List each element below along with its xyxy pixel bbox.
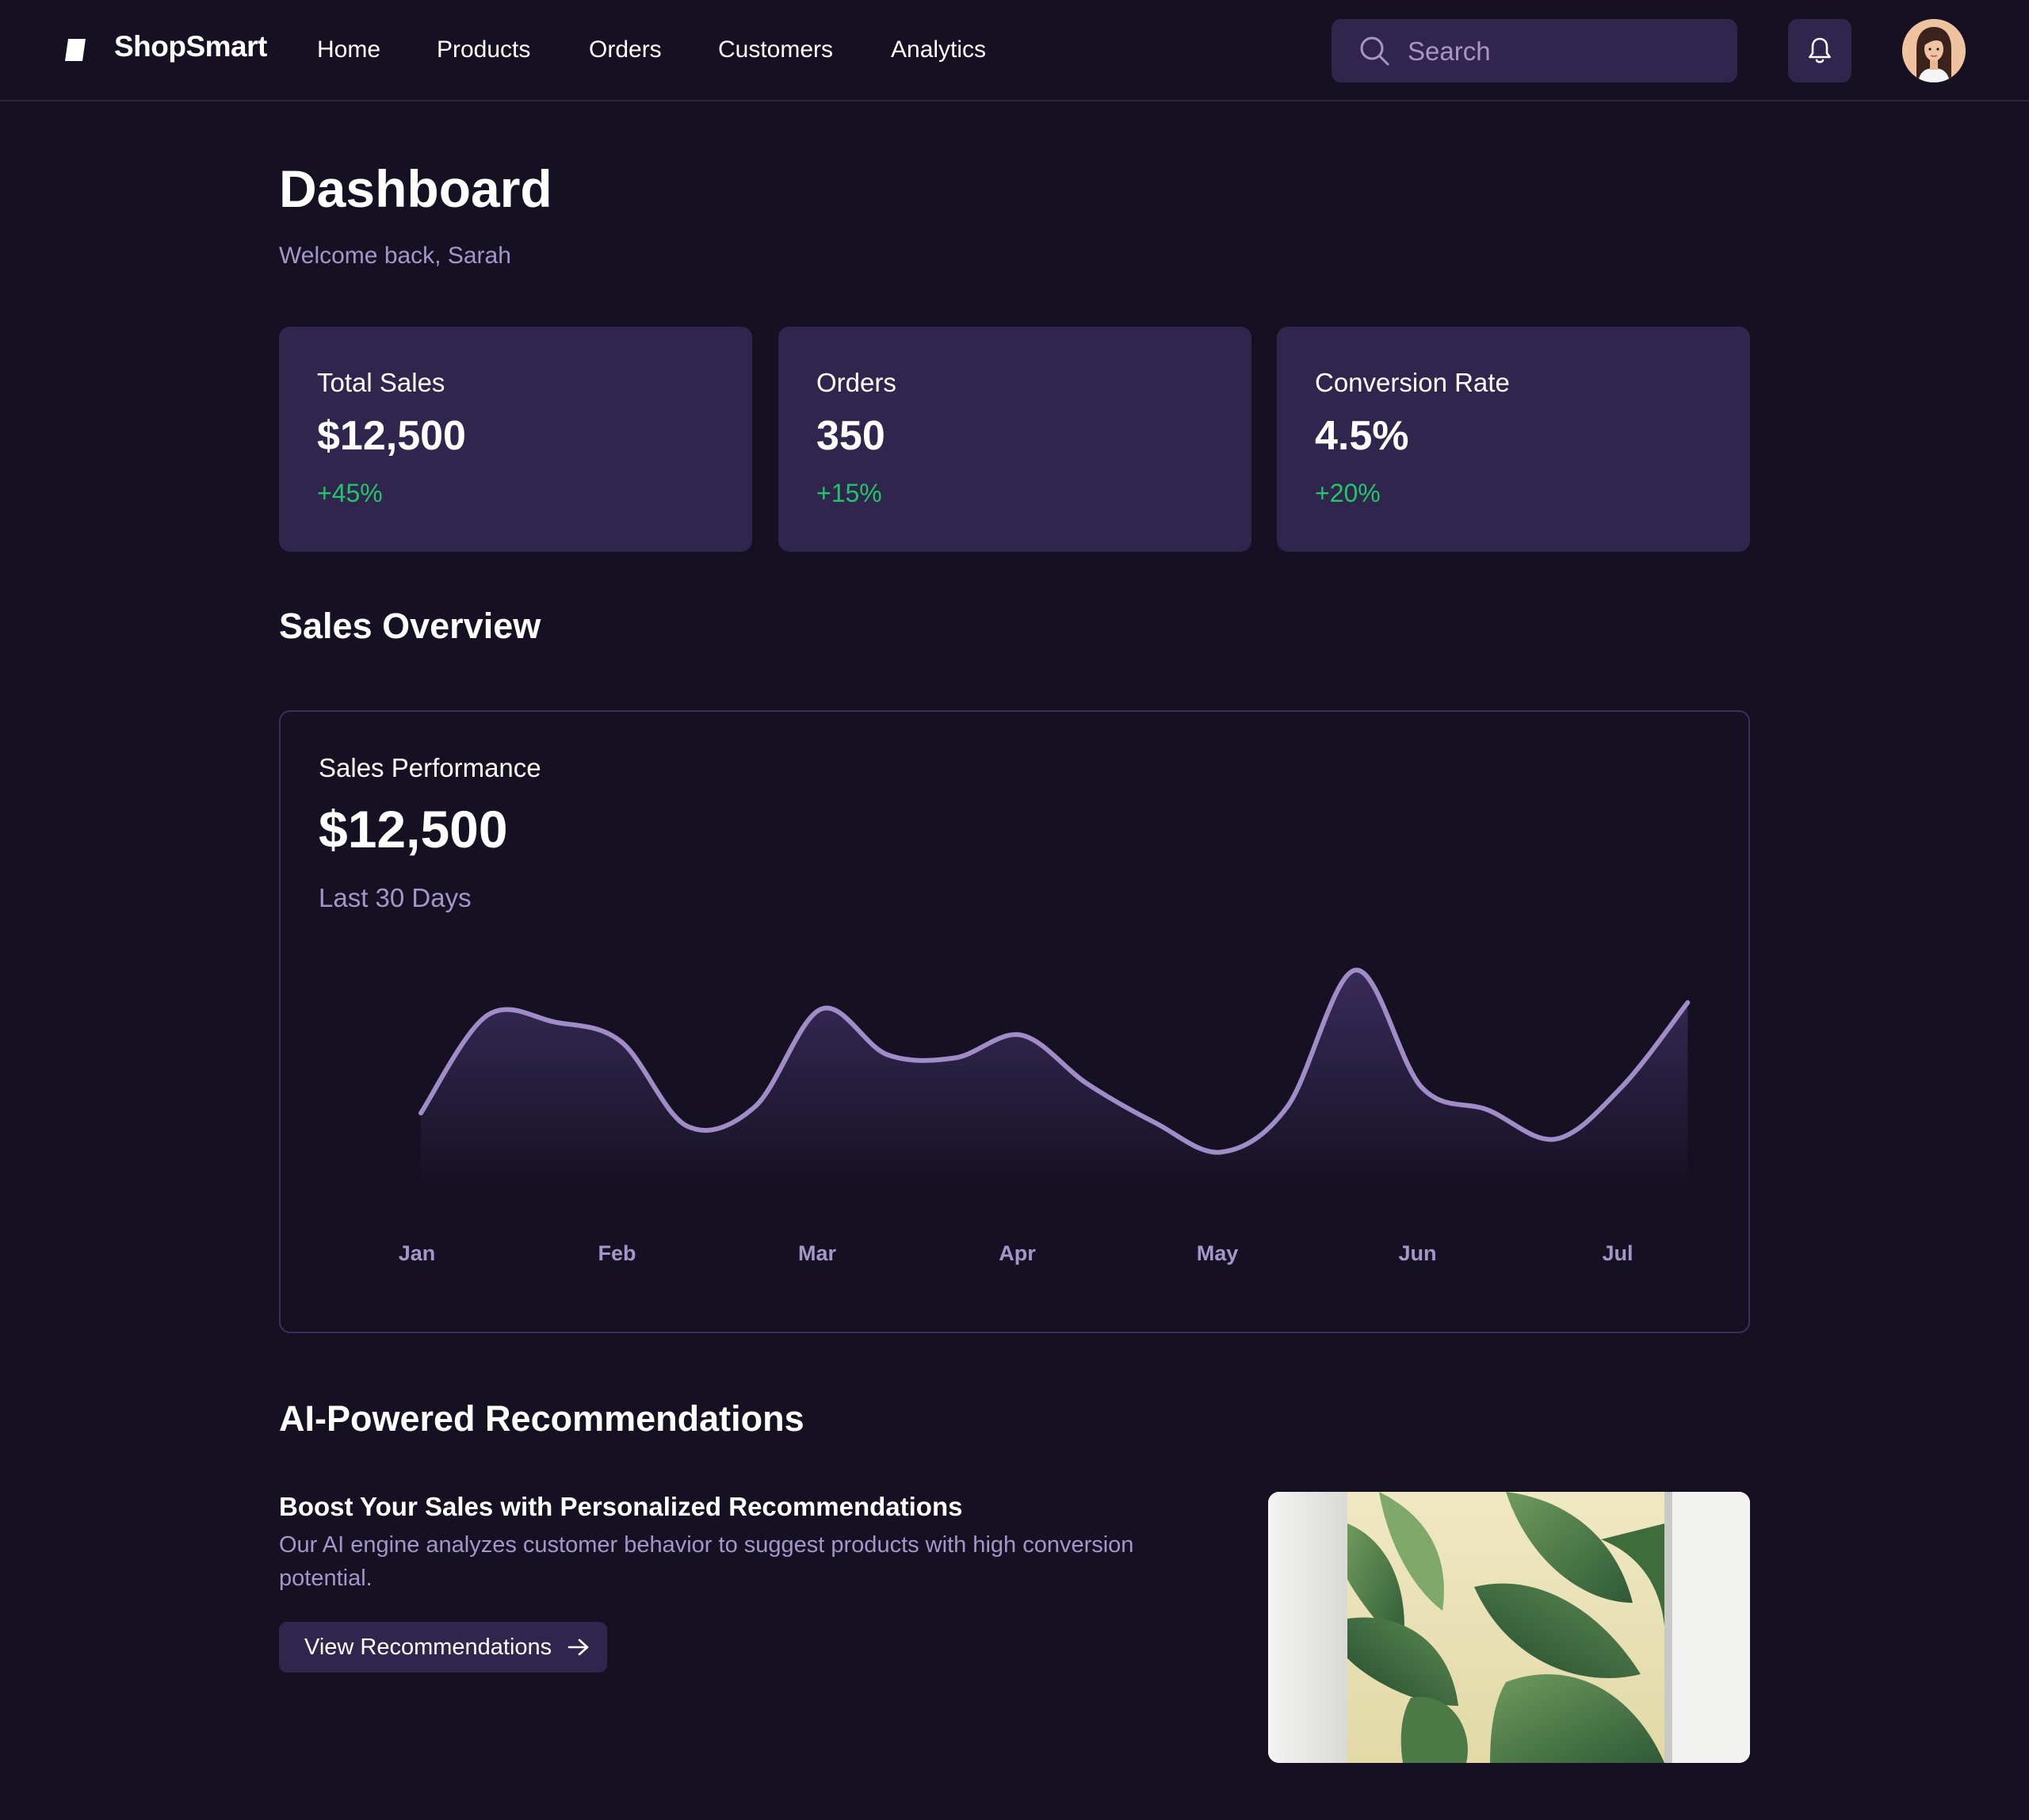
stat-change: +45% bbox=[317, 479, 383, 507]
recommendations-image bbox=[1268, 1492, 1750, 1763]
x-tick-label: Jun bbox=[1398, 1241, 1436, 1265]
stat-change: +15% bbox=[816, 479, 882, 507]
nav-home[interactable]: Home bbox=[317, 36, 380, 63]
sales-overview-title: Sales Overview bbox=[279, 606, 541, 646]
stat-label: Total Sales bbox=[317, 368, 445, 397]
bell-icon bbox=[1809, 37, 1831, 63]
chart-area-fill bbox=[421, 969, 1688, 1187]
stat-label: Orders bbox=[816, 368, 896, 397]
nav-analytics[interactable]: Analytics bbox=[891, 36, 986, 63]
recommendations-description: Our AI engine analyzes customer behavior… bbox=[279, 1532, 1134, 1591]
sales-performance-card: Sales Performance $12,500 Last 30 Days J… bbox=[279, 710, 1750, 1333]
nav-orders[interactable]: Orders bbox=[589, 36, 662, 63]
nav-customers[interactable]: Customers bbox=[718, 36, 833, 63]
welcome-message: Welcome back, Sarah bbox=[279, 243, 511, 269]
x-tick-label: Feb bbox=[598, 1241, 636, 1265]
logo-icon[interactable] bbox=[63, 37, 87, 63]
search-box[interactable] bbox=[1332, 19, 1737, 82]
search-icon bbox=[1360, 36, 1389, 66]
stat-card-conversion-rate: Conversion Rate 4.5% +20% bbox=[1277, 327, 1750, 552]
page-title: Dashboard bbox=[279, 159, 552, 218]
x-tick-label: Mar bbox=[798, 1241, 837, 1265]
top-navigation-bar: ShopSmart Home Products Orders Customers… bbox=[0, 0, 2029, 101]
x-tick-label: Jul bbox=[1602, 1241, 1633, 1265]
view-recommendations-button[interactable]: View Recommendations bbox=[279, 1622, 607, 1673]
search-input[interactable] bbox=[1406, 30, 1710, 73]
x-tick-label: Jan bbox=[399, 1241, 436, 1265]
arrow-right-icon bbox=[567, 1638, 589, 1656]
view-recommendations-label: View Recommendations bbox=[304, 1634, 552, 1660]
brand-name[interactable]: ShopSmart bbox=[114, 30, 267, 63]
x-tick-label: May bbox=[1197, 1241, 1239, 1265]
avatar[interactable] bbox=[1902, 19, 1966, 82]
notifications-button[interactable] bbox=[1788, 19, 1851, 82]
stat-card-total-sales: Total Sales $12,500 +45% bbox=[279, 327, 752, 552]
stat-card-orders: Orders 350 +15% bbox=[778, 327, 1251, 552]
x-tick-label: Apr bbox=[999, 1241, 1036, 1265]
sales-chart: Jan Feb Mar Apr May Jun Jul bbox=[399, 967, 1691, 1265]
recommendations-heading: Boost Your Sales with Personalized Recom… bbox=[279, 1492, 963, 1521]
stat-value: 350 bbox=[816, 413, 885, 459]
recommendations-title: AI-Powered Recommendations bbox=[279, 1398, 804, 1439]
stat-label: Conversion Rate bbox=[1315, 368, 1510, 397]
nav-products[interactable]: Products bbox=[437, 36, 530, 63]
stat-change: +20% bbox=[1315, 479, 1381, 507]
stat-value: $12,500 bbox=[317, 413, 466, 459]
stat-value: 4.5% bbox=[1315, 413, 1409, 459]
